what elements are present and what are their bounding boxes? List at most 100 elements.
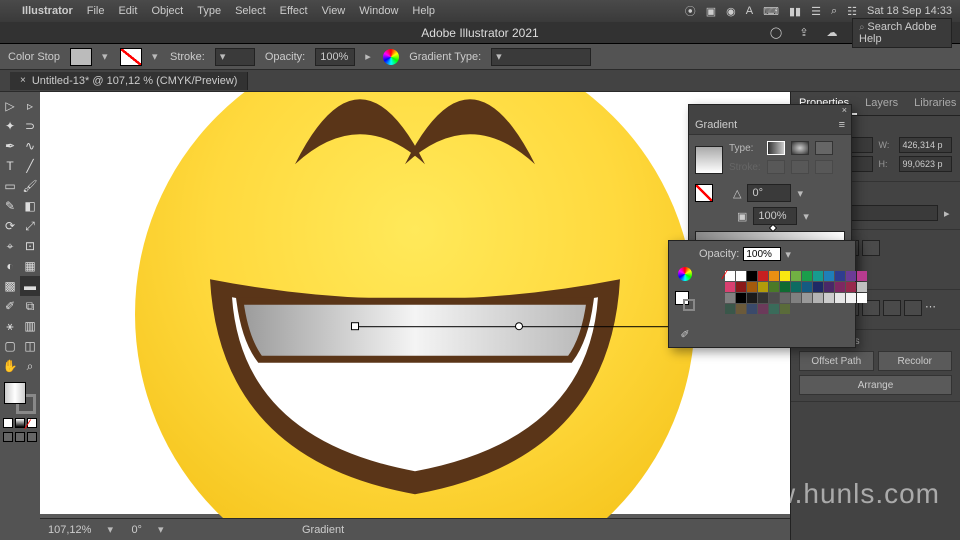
swatch-gray[interactable]: [802, 293, 812, 303]
record-icon[interactable]: ⦿: [685, 3, 696, 19]
mesh-tool[interactable]: ▩: [0, 276, 20, 296]
play-icon[interactable]: ◉: [726, 5, 736, 18]
color-swatches-panel[interactable]: Opacity: ▾ ✐ ⁄: [668, 240, 856, 348]
zoom-value[interactable]: 107,12%: [48, 524, 91, 536]
fill-stroke-mini[interactable]: [675, 291, 695, 311]
swatch-color[interactable]: [780, 282, 790, 292]
swatch-opacity-field[interactable]: [743, 247, 781, 261]
swatch-color[interactable]: [846, 271, 856, 281]
gradient-type-radial[interactable]: [791, 141, 809, 155]
swatch-color[interactable]: [747, 271, 757, 281]
color-wheel-icon[interactable]: [678, 267, 692, 281]
gradient-type-freeform[interactable]: [815, 141, 833, 155]
swatch-gray[interactable]: [769, 293, 779, 303]
slice-tool[interactable]: ◫: [20, 336, 40, 356]
perspective-tool[interactable]: ▦: [20, 256, 40, 276]
rectangle-tool[interactable]: ▭: [0, 176, 20, 196]
fill-swatch[interactable]: [70, 48, 92, 66]
h-field[interactable]: 99,0623 p: [899, 156, 953, 172]
color-mode-none[interactable]: ⁄: [27, 418, 37, 428]
blend-tool[interactable]: ⧉: [20, 296, 40, 316]
swatch-none[interactable]: ⁄: [725, 271, 735, 281]
search-icon[interactable]: ⌕: [831, 5, 837, 18]
color-mode-solid[interactable]: [3, 418, 13, 428]
draw-behind[interactable]: [15, 432, 25, 442]
menu-edit[interactable]: Edit: [118, 5, 137, 17]
eyedropper-icon[interactable]: ✐: [678, 327, 692, 341]
rotate-tool[interactable]: ⟳: [0, 216, 20, 236]
hand-tool[interactable]: ✋: [0, 356, 20, 376]
gradient-scale-field[interactable]: 100%: [753, 207, 797, 225]
swatch-color[interactable]: [725, 282, 735, 292]
swatch-gray[interactable]: [736, 293, 746, 303]
curvature-tool[interactable]: ∿: [20, 136, 40, 156]
swatch-color[interactable]: [747, 282, 757, 292]
swatch-muted[interactable]: [736, 304, 746, 314]
swatch-color[interactable]: [758, 282, 768, 292]
eyedropper-tool[interactable]: ✐: [0, 296, 20, 316]
swatch-muted[interactable]: [780, 304, 790, 314]
swatch-gray[interactable]: [835, 293, 845, 303]
color-mode-gradient[interactable]: [15, 418, 25, 428]
fill-indicator[interactable]: [4, 382, 26, 404]
draw-inside[interactable]: [27, 432, 37, 442]
swatch-muted[interactable]: [725, 304, 735, 314]
align-bottom[interactable]: [904, 300, 922, 316]
user-icon[interactable]: ◯: [768, 25, 784, 41]
swatch-color[interactable]: [791, 271, 801, 281]
battery-icon[interactable]: ▮▮: [789, 5, 801, 18]
screen-icon[interactable]: ▣: [706, 5, 716, 18]
opacity-field[interactable]: 100%: [315, 48, 355, 66]
shaper-tool[interactable]: ✎: [0, 196, 20, 216]
direct-selection-tool[interactable]: ▹: [20, 96, 40, 116]
document-tab[interactable]: × Untitled-13* @ 107,12 % (CMYK/Preview): [10, 72, 248, 90]
swatch-gray[interactable]: [780, 293, 790, 303]
swatch-color[interactable]: [813, 282, 823, 292]
lasso-tool[interactable]: ⊃: [20, 116, 40, 136]
swatch-color[interactable]: [758, 271, 768, 281]
emoji-mouth[interactable]: [190, 259, 640, 499]
swatch-color[interactable]: [780, 271, 790, 281]
swatch-muted[interactable]: [758, 304, 768, 314]
gradient-tool[interactable]: ▬: [20, 276, 40, 296]
swatch-color[interactable]: [802, 271, 812, 281]
menu-view[interactable]: View: [322, 5, 346, 17]
swatch-muted[interactable]: [769, 304, 779, 314]
app-name[interactable]: Illustrator: [22, 5, 73, 17]
swatch-color[interactable]: [835, 271, 845, 281]
swatch-muted[interactable]: [747, 304, 757, 314]
symbol-sprayer-tool[interactable]: ⚹: [0, 316, 20, 336]
search-help[interactable]: ⌕ Search Adobe Help: [852, 18, 952, 48]
gradient-stop-mid[interactable]: [769, 224, 777, 232]
menu-file[interactable]: File: [87, 5, 105, 17]
tab-close-icon[interactable]: ×: [20, 75, 26, 86]
gradient-start-handle[interactable]: [351, 322, 359, 330]
zoom-tool[interactable]: ⌕: [20, 356, 40, 376]
keyboard-icon[interactable]: ⌨: [763, 5, 779, 18]
type-tool[interactable]: T: [0, 156, 20, 176]
width-tool[interactable]: ⌖: [0, 236, 20, 256]
graph-tool[interactable]: ▥: [20, 316, 40, 336]
emoji-eye-right[interactable]: [395, 92, 545, 174]
recolor-button[interactable]: Recolor: [878, 351, 953, 371]
scale-tool[interactable]: ⤢: [20, 216, 40, 236]
artboard-tool[interactable]: ▢: [0, 336, 20, 356]
swatch-color[interactable]: [857, 271, 867, 281]
swatch-gray[interactable]: [791, 293, 801, 303]
swatch-gray[interactable]: [758, 293, 768, 303]
fill-stroke-indicator[interactable]: [4, 382, 36, 414]
swatch-gray[interactable]: [846, 293, 856, 303]
tab-libraries[interactable]: Libraries: [906, 92, 960, 115]
align-more[interactable]: ⋯: [925, 300, 936, 316]
eraser-tool[interactable]: ◧: [20, 196, 40, 216]
pen-tool[interactable]: ✒: [0, 136, 20, 156]
gradient-type-linear[interactable]: [767, 141, 785, 155]
paintbrush-tool[interactable]: 🖌: [20, 176, 40, 196]
stroke-swatch-none[interactable]: [120, 48, 142, 66]
draw-normal[interactable]: [3, 432, 13, 442]
gradient-annotator[interactable]: [355, 326, 675, 327]
swatch-color[interactable]: [769, 282, 779, 292]
swatch-color[interactable]: [802, 282, 812, 292]
shape-builder-tool[interactable]: ◐: [0, 256, 20, 276]
w-field[interactable]: 426,314 p: [899, 137, 953, 153]
